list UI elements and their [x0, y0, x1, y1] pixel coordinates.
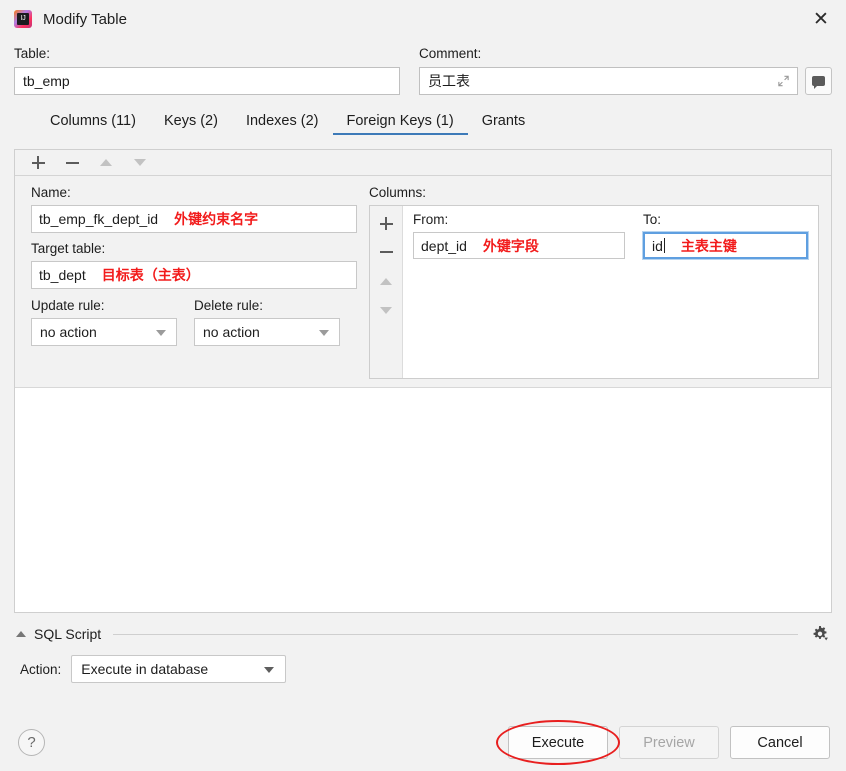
sql-script-header[interactable]: SQL Script — [0, 613, 846, 647]
columns-toolbar — [370, 206, 403, 378]
execute-button[interactable]: Execute — [508, 726, 608, 759]
target-table-value: tb_dept — [39, 267, 86, 283]
table-editor-tabs: Columns (11) Keys (2) Indexes (2) Foreig… — [0, 108, 846, 135]
window-title: Modify Table — [43, 10, 127, 28]
triangle-up-icon[interactable] — [99, 156, 113, 170]
preview-button[interactable]: Preview — [619, 726, 719, 759]
comment-input-value: 员工表 — [428, 73, 470, 89]
comment-input[interactable]: 员工表 — [419, 67, 798, 95]
rules-row: Update rule: no action Delete rule: no a… — [31, 298, 357, 346]
plus-icon[interactable] — [31, 156, 45, 170]
tab-keys[interactable]: Keys (2) — [150, 113, 232, 135]
triangle-up-icon[interactable] — [16, 631, 26, 637]
triangle-up-icon[interactable] — [379, 274, 393, 288]
text-caret — [663, 238, 665, 253]
chevron-down-icon — [156, 330, 166, 336]
delete-rule-label: Delete rule: — [194, 298, 264, 313]
from-column-value: dept_id — [421, 237, 467, 254]
to-column-value: id — [652, 237, 663, 254]
to-column-annotation: 主表主键 — [680, 238, 737, 255]
target-table-label: Target table: — [31, 241, 106, 256]
table-field-group: Table: tb_emp — [14, 46, 400, 95]
to-column-group: To: id 主表主键 — [642, 212, 809, 260]
comment-field-group: Comment: 员工表 — [419, 46, 832, 95]
update-rule-select[interactable]: no action — [31, 318, 177, 346]
update-rule-group: Update rule: no action — [31, 298, 177, 346]
top-fields-row: Table: tb_emp Comment: 员工表 — [0, 38, 846, 95]
action-label: Action: — [20, 661, 62, 677]
columns-section: Columns: From: dept_id 外键字段 To: id 主表主键 — [369, 185, 819, 379]
help-button[interactable]: ? — [18, 729, 45, 756]
intellij-idea-icon: IJ — [14, 10, 32, 28]
to-label: To: — [643, 212, 662, 227]
triangle-down-icon[interactable] — [379, 303, 393, 317]
tab-indexes[interactable]: Indexes (2) — [232, 113, 333, 135]
constraint-name-value: tb_emp_fk_dept_id — [39, 211, 159, 227]
from-label: From: — [413, 212, 449, 227]
comment-label: Comment: — [419, 46, 482, 61]
cancel-button[interactable]: Cancel — [730, 726, 830, 759]
window-title-bar: IJ Modify Table ✕ — [0, 0, 846, 38]
foreign-keys-toolbar — [15, 150, 831, 176]
minus-icon[interactable] — [379, 245, 393, 259]
triangle-down-icon[interactable] — [133, 156, 147, 170]
from-column-input[interactable]: dept_id 外键字段 — [413, 232, 625, 259]
expand-arrows-icon[interactable] — [777, 75, 790, 88]
table-label: Table: — [14, 46, 51, 61]
from-column-annotation: 外键字段 — [482, 238, 539, 255]
constraint-name-annotation: 外键约束名字 — [174, 212, 259, 228]
action-row: Action: Execute in database — [0, 647, 846, 683]
sql-script-title: SQL Script — [34, 626, 102, 642]
target-table-annotation: 目标表（主表） — [101, 268, 200, 284]
to-column-input[interactable]: id 主表主键 — [642, 231, 809, 260]
dialog-button-bar: ? Execute Preview Cancel — [0, 720, 846, 765]
chevron-down-icon — [264, 667, 275, 673]
columns-label: Columns: — [369, 185, 427, 200]
minus-icon[interactable] — [65, 156, 79, 170]
name-label: Name: — [31, 185, 71, 200]
foreign-keys-panel: Name: tb_emp_fk_dept_id 外键约束名字 Target ta… — [14, 149, 832, 613]
foreign-key-editor: Name: tb_emp_fk_dept_id 外键约束名字 Target ta… — [15, 176, 831, 388]
action-value: Execute in database — [81, 661, 209, 677]
close-icon[interactable]: ✕ — [806, 5, 836, 33]
gear-icon[interactable] — [810, 624, 830, 644]
delete-rule-value: no action — [203, 324, 260, 340]
sql-script-section: SQL Script Action: Execute in database ?… — [0, 613, 846, 771]
update-rule-label: Update rule: — [31, 298, 105, 313]
action-select[interactable]: Execute in database — [71, 655, 287, 683]
chevron-down-icon — [319, 330, 329, 336]
divider — [113, 633, 798, 635]
tab-grants[interactable]: Grants — [468, 113, 540, 135]
constraint-name-input[interactable]: tb_emp_fk_dept_id 外键约束名字 — [31, 205, 357, 233]
table-name-input[interactable]: tb_emp — [14, 67, 400, 95]
speech-bubble-icon — [812, 76, 825, 89]
target-table-input[interactable]: tb_dept 目标表（主表） — [31, 261, 357, 289]
tab-foreign-keys[interactable]: Foreign Keys (1) — [332, 113, 468, 135]
from-column-group: From: dept_id 外键字段 — [413, 212, 625, 259]
delete-rule-select[interactable]: no action — [194, 318, 340, 346]
comment-popup-button[interactable] — [805, 67, 832, 95]
update-rule-value: no action — [40, 324, 97, 340]
columns-mapping-table: From: dept_id 外键字段 To: id 主表主键 — [403, 206, 818, 378]
plus-icon[interactable] — [379, 216, 393, 230]
foreign-key-properties: Name: tb_emp_fk_dept_id 外键约束名字 Target ta… — [27, 185, 357, 379]
tab-columns[interactable]: Columns (11) — [36, 113, 150, 135]
delete-rule-group: Delete rule: no action — [194, 298, 340, 346]
